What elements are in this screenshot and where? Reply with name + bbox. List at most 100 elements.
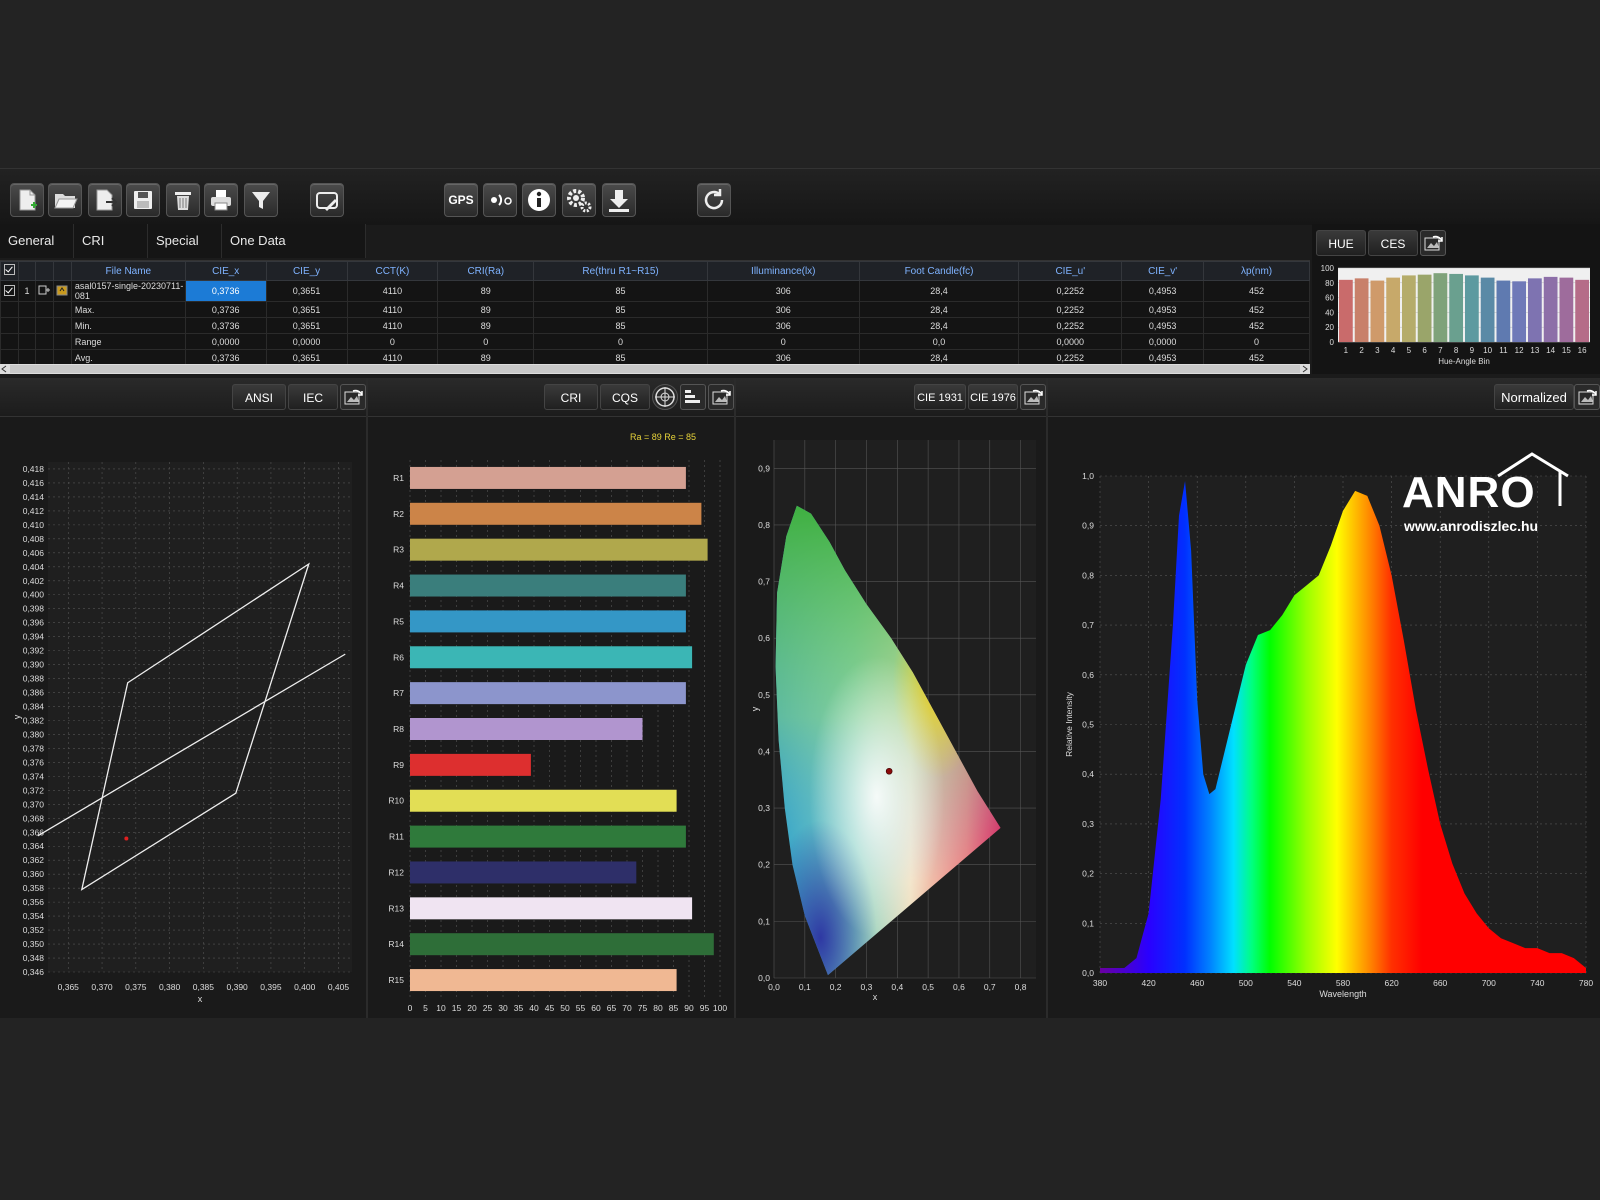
y-tick-label: 0,406 [23, 548, 45, 558]
info-button[interactable] [522, 183, 556, 217]
column-header[interactable]: CCT(K) [346, 261, 439, 281]
y-tick-label: R8 [393, 724, 404, 734]
y-tick-label: 0,346 [23, 967, 45, 977]
table-cell[interactable]: 0,2252 [1018, 280, 1123, 302]
export-chart-button[interactable] [340, 384, 366, 410]
column-header[interactable]: λp(nm) [1203, 261, 1310, 281]
table-cell[interactable]: 306 [706, 280, 860, 302]
gps-button[interactable]: GPS [444, 183, 478, 217]
table-cell: 85 [533, 317, 708, 334]
normalized-button[interactable]: Normalized [1494, 384, 1574, 410]
table-cell[interactable]: 4110 [346, 280, 439, 302]
new-file-button[interactable] [10, 183, 44, 217]
x-tick-label: 8 [1454, 346, 1459, 355]
cqs-button[interactable]: CQS [600, 384, 650, 410]
x-tick-label: 16 [1578, 346, 1587, 355]
ces-button[interactable]: CES [1368, 230, 1418, 256]
cie-panel: CIE 1931 CIE 1976 0,0 0,1 0,2 0,3 0,4 0,5 0,6 0… [736, 378, 1048, 1018]
export-chart-button[interactable] [1574, 384, 1600, 410]
table-row[interactable]: Max. 0,3736 0,3651 4110 89 85 306 28,4 0,2252 0,4… [0, 301, 1310, 318]
y-tick-label: R9 [393, 760, 404, 770]
tab-one-data[interactable]: One Data [222, 224, 366, 258]
ansi-button[interactable]: ANSI [232, 384, 286, 410]
y-tick-label: 0,7 [758, 577, 770, 587]
cri-button[interactable]: CRI [544, 384, 598, 410]
iec-button[interactable]: IEC [288, 384, 338, 410]
x-axis-label: x [198, 994, 203, 1004]
target-view-button[interactable] [652, 384, 678, 410]
row-checkbox[interactable] [0, 301, 19, 318]
export-chart-button[interactable] [1420, 230, 1446, 256]
cie-1976-button[interactable]: CIE 1976 [968, 384, 1018, 410]
table-cell: 89 [437, 317, 535, 334]
y-tick-label: 0,5 [1082, 720, 1094, 730]
row-file-icon [52, 333, 72, 350]
table-row[interactable]: 1 asal0157-single-20230711-081 0,3736 0,365… [0, 280, 1310, 302]
table-cell[interactable]: 0,3651 [265, 280, 348, 302]
x-tick-label: 460 [1190, 978, 1204, 988]
export-chart-button[interactable] [708, 384, 734, 410]
export-chart-button[interactable] [1020, 384, 1046, 410]
cie-1931-button[interactable]: CIE 1931 [914, 384, 966, 410]
refresh-button[interactable] [697, 183, 731, 217]
table-cell[interactable]: 89 [437, 280, 535, 302]
select-all-checkbox[interactable] [0, 261, 19, 281]
edit-report-button[interactable] [310, 183, 344, 217]
horizontal-scrollbar[interactable] [0, 364, 1310, 374]
table-cell[interactable]: 28,4 [858, 280, 1020, 302]
filter-button[interactable] [244, 183, 278, 217]
table-cell[interactable]: 0,3736 [184, 280, 267, 302]
column-header[interactable]: CIE_u' [1018, 261, 1123, 281]
hue-button[interactable]: HUE [1316, 230, 1366, 256]
x-tick-label: 0,3 [861, 982, 873, 992]
toolbar: GPS [0, 168, 1600, 225]
wireless-button[interactable] [483, 183, 517, 217]
table-cell: 0,0000 [184, 333, 267, 350]
column-header[interactable]: CRI(Ra) [437, 261, 535, 281]
row-checkbox[interactable] [0, 317, 19, 334]
print-button[interactable] [204, 183, 238, 217]
y-tick-label: 0,9 [1082, 521, 1094, 531]
column-header[interactable]: Re(thru R1~R15) [533, 261, 708, 281]
tab-general[interactable]: General [0, 224, 74, 258]
y-tick-label: 0,370 [23, 799, 45, 809]
y-tick-label: 0,368 [23, 813, 45, 823]
row-checkbox[interactable] [0, 280, 19, 302]
export-file-button[interactable] [88, 183, 122, 217]
tab-cri[interactable]: CRI [74, 224, 148, 258]
row-edit-icon[interactable] [34, 280, 54, 302]
column-header[interactable]: Foot Candle(fc) [858, 261, 1020, 281]
x-tick-label: 10 [436, 1003, 446, 1013]
bar-view-button[interactable] [680, 384, 706, 410]
x-tick-label: 15 [452, 1003, 462, 1013]
y-tick-label: R13 [388, 903, 404, 913]
column-header[interactable]: Illuminance(lx) [706, 261, 860, 281]
column-header[interactable]: CIE_y [265, 261, 348, 281]
y-tick-label: 0,364 [23, 841, 45, 851]
save-button[interactable] [126, 183, 160, 217]
row-checkbox[interactable] [0, 333, 19, 350]
refresh-icon [704, 189, 724, 210]
x-tick-label: 14 [1546, 346, 1555, 355]
ansi-chromaticity-chart: 0,346 0,348 0,350 0,352 0,354 0,356 0,358 0,360… [12, 462, 352, 1004]
tab-special[interactable]: Special [148, 224, 222, 258]
x-tick-label: 5 [423, 1003, 428, 1013]
edit-report-icon [316, 192, 338, 211]
column-header[interactable]: CIE_x [184, 261, 267, 281]
table-row[interactable]: Min. 0,3736 0,3651 4110 89 85 306 28,4 0,2252 0,4… [0, 317, 1310, 334]
table-cell: 0,0 [858, 333, 1020, 350]
download-button[interactable] [602, 183, 636, 217]
table-cell[interactable]: 452 [1203, 280, 1310, 302]
column-header[interactable]: CIE_v' [1121, 261, 1205, 281]
settings-button[interactable] [562, 183, 596, 217]
export-image-icon [712, 389, 731, 405]
table-row[interactable]: Range 0,0000 0,0000 0 0 0 0 0,0 0,0000 0,0000 0 [0, 333, 1310, 350]
column-header[interactable]: File Name [70, 261, 186, 281]
delete-button[interactable] [166, 183, 200, 217]
table-cell[interactable]: 85 [533, 280, 708, 302]
row-index [17, 333, 36, 350]
table-cell[interactable]: 0,4953 [1121, 280, 1205, 302]
x-tick-label: 660 [1433, 978, 1447, 988]
logo-brand-text: ANRO [1402, 468, 1536, 517]
open-folder-button[interactable] [48, 183, 82, 217]
